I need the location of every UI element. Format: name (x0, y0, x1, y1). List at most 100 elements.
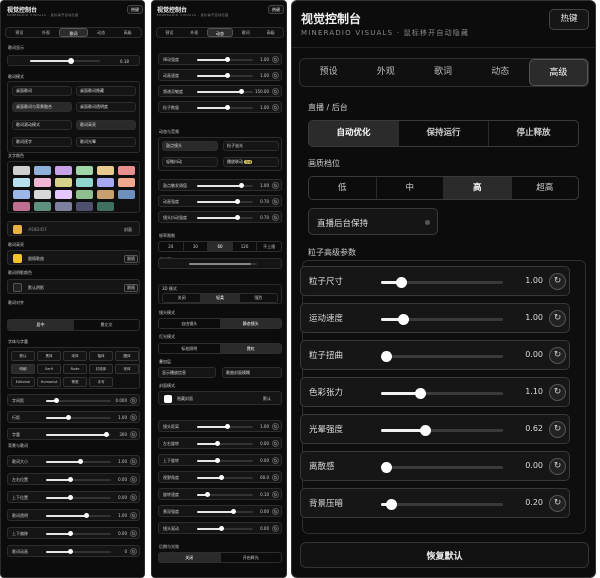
mode-button[interactable]: 歌词滚动模式 (12, 120, 72, 130)
reset-icon[interactable]: ↻ (272, 525, 279, 532)
font-option[interactable]: Editorial (11, 377, 35, 387)
reset-icon[interactable]: ↻ (549, 273, 566, 290)
slider-knob[interactable] (68, 531, 73, 536)
overlay-select[interactable]: 显示播放信息 (158, 367, 216, 378)
tab-presets[interactable]: 预设 (6, 28, 33, 37)
fps-option[interactable]: 30 (184, 242, 209, 251)
reset-icon[interactable]: ↻ (130, 414, 137, 421)
param-slider-knob[interactable] (420, 425, 431, 436)
font-option[interactable]: Rude (63, 364, 87, 374)
palette-color-swatch[interactable] (118, 190, 135, 199)
slider-knob[interactable] (231, 509, 236, 514)
reset-icon[interactable]: ↻ (549, 384, 566, 401)
palette-color-swatch[interactable] (13, 190, 30, 199)
camera-option[interactable]: 静态镜头 (220, 319, 281, 328)
slider-knob[interactable] (225, 73, 230, 78)
palette-color-swatch[interactable] (55, 202, 72, 211)
slider-knob[interactable] (225, 105, 230, 110)
fps-option[interactable]: 120 (233, 242, 258, 251)
param-slider-knob[interactable] (381, 351, 392, 362)
reset-icon[interactable]: ↻ (130, 494, 137, 501)
shadow-follow-button[interactable]: 跟随 (124, 284, 138, 292)
palette-color-swatch[interactable] (13, 166, 30, 175)
tab-lyrics[interactable]: 歌词 (233, 28, 258, 37)
hotkey-button[interactable]: 热键 (549, 9, 589, 30)
param-slider-track[interactable] (381, 462, 503, 473)
param-slider-knob[interactable] (396, 277, 407, 288)
reset-icon[interactable]: ↻ (549, 421, 566, 438)
slider-track[interactable] (46, 479, 111, 481)
slider-track[interactable] (197, 217, 253, 219)
reset-icon[interactable]: ↻ (272, 104, 279, 111)
slider-track[interactable] (46, 417, 111, 419)
tab-appearance[interactable]: 外观 (182, 28, 207, 37)
palette-color-swatch[interactable] (97, 202, 114, 211)
reset-icon[interactable]: ↻ (130, 458, 137, 465)
fps-option[interactable]: 60 (208, 242, 233, 251)
reset-icon[interactable]: ↻ (272, 198, 279, 205)
reset-icon[interactable]: ↻ (549, 458, 566, 475)
align-option[interactable]: 居中 (8, 320, 74, 330)
font-option[interactable]: 圆体 (115, 351, 139, 361)
color-swatch[interactable] (13, 283, 22, 292)
mode-button[interactable]: 歌词高亮 (76, 120, 136, 130)
tab-lyrics[interactable]: 歌词 (414, 59, 471, 86)
slider-track[interactable] (197, 528, 253, 530)
tab-appearance[interactable]: 外观 (33, 28, 60, 37)
font-option[interactable]: Humanist (37, 377, 61, 387)
mode-button[interactable]: 桌面歌词隐藏 (76, 86, 136, 96)
live-option[interactable]: 自动优化 (309, 121, 399, 146)
reset-icon[interactable]: ↻ (272, 214, 279, 221)
slider-knob[interactable] (104, 432, 109, 437)
slider-knob[interactable] (225, 57, 230, 62)
param-slider-track[interactable] (381, 277, 503, 288)
keep-alive-toggle[interactable]: 直播后台保持 (308, 208, 438, 235)
font-option[interactable]: Serif (37, 364, 61, 374)
post-option[interactable]: 开启辉光 (221, 553, 282, 562)
param-slider-track[interactable] (381, 499, 503, 510)
slider-knob[interactable] (78, 459, 83, 464)
reset-icon[interactable]: ↻ (272, 457, 279, 464)
mode-button[interactable]: 桌面歌词与背景融合 (12, 102, 72, 112)
slider-track[interactable] (46, 533, 111, 535)
palette-color-swatch[interactable] (76, 202, 93, 211)
slider-knob[interactable] (68, 477, 73, 482)
reset-icon[interactable]: ↻ (130, 530, 137, 537)
palette-color-swatch[interactable] (34, 166, 51, 175)
overlay-select[interactable]: 歌曲封面模糊 (222, 367, 282, 378)
slider-track[interactable] (197, 511, 253, 513)
reset-icon[interactable]: ↻ (130, 397, 137, 404)
slider-track[interactable] (46, 497, 111, 499)
reset-icon[interactable]: ↻ (130, 476, 137, 483)
font-option[interactable]: 楷体 (89, 351, 113, 361)
param-slider-track[interactable] (381, 425, 503, 436)
tab-lyrics[interactable]: 歌词 (59, 28, 88, 37)
slider-knob[interactable] (239, 89, 244, 94)
slider-track[interactable] (46, 515, 111, 517)
palette-color-swatch[interactable] (55, 178, 72, 187)
reset-icon[interactable]: ↻ (272, 182, 279, 189)
fps-option[interactable]: 不上限 (257, 242, 281, 251)
tab-presets[interactable]: 预设 (300, 59, 357, 86)
slider-knob[interactable] (68, 549, 73, 554)
align-option[interactable]: 靠左文 (74, 320, 139, 330)
palette-color-swatch[interactable] (118, 166, 135, 175)
param-slider-knob[interactable] (415, 388, 426, 399)
quality-option[interactable]: 低 (309, 177, 377, 199)
mode-button[interactable]: 轻微抖动 (162, 157, 218, 167)
reset-icon[interactable]: ↻ (272, 491, 279, 498)
tab-motion[interactable]: 动态 (206, 28, 234, 37)
font-option[interactable]: 黑体 (37, 351, 61, 361)
tab-motion[interactable]: 动态 (472, 59, 529, 86)
live-option[interactable]: 保持运行 (399, 121, 489, 146)
palette-color-swatch[interactable] (97, 166, 114, 175)
mode-button[interactable]: 桌面歌词 (12, 86, 72, 96)
slider-knob[interactable] (215, 441, 220, 446)
cover-swatch[interactable] (164, 395, 172, 403)
slider-track[interactable] (197, 91, 253, 93)
quality-option[interactable]: 超高 (512, 177, 579, 199)
slider-knob[interactable] (54, 398, 59, 403)
reset-icon[interactable]: ↻ (130, 512, 137, 519)
slider-knob[interactable] (235, 215, 240, 220)
slider-track[interactable] (197, 443, 253, 445)
